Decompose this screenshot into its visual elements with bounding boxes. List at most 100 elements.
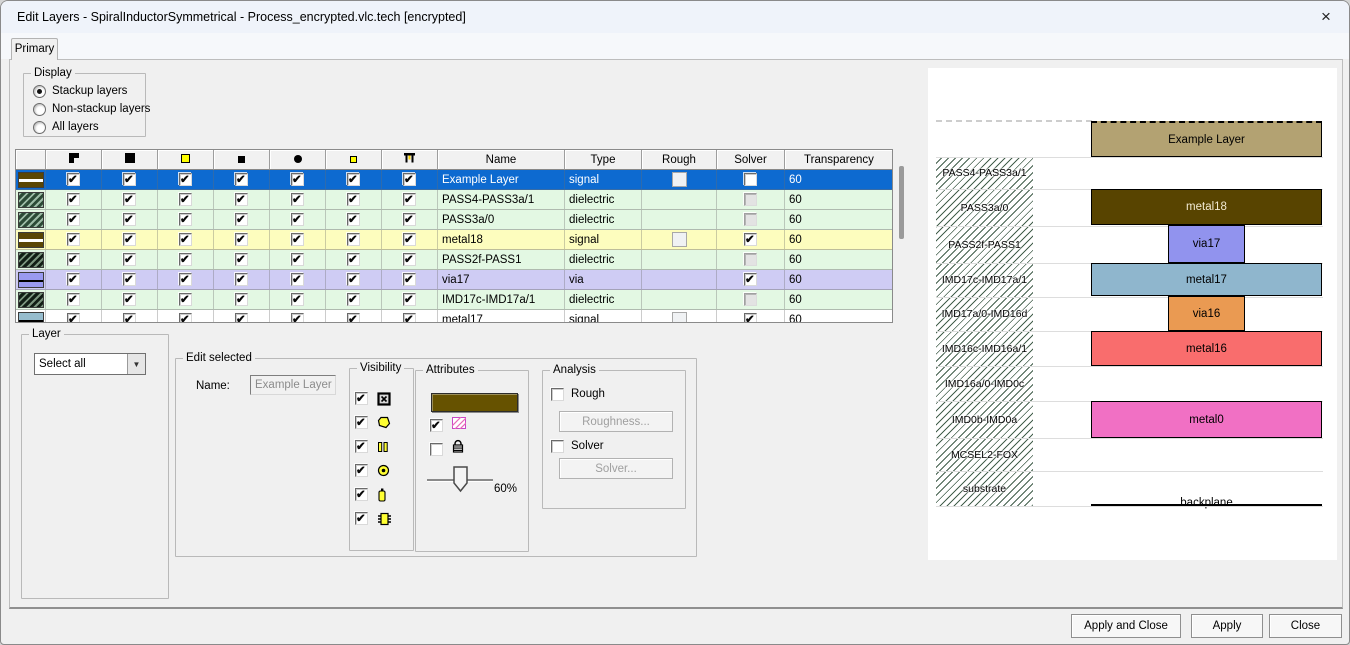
solver-checkbox[interactable] <box>744 233 757 246</box>
visibility-checkbox[interactable] <box>347 293 360 306</box>
stackup-box-metal16[interactable]: metal16 <box>1091 331 1322 366</box>
stackup-box-example-layer[interactable]: Example Layer <box>1091 121 1322 157</box>
visibility-checkbox[interactable] <box>67 273 80 286</box>
close-button[interactable]: Close <box>1269 614 1342 638</box>
visibility-checkbox[interactable] <box>123 233 136 246</box>
column-header-solver[interactable]: Solver <box>717 150 785 170</box>
solver-checkbox[interactable] <box>744 293 757 306</box>
visibility-checkbox[interactable] <box>347 193 360 206</box>
layer-color-swatch-button[interactable] <box>431 393 518 412</box>
visibility-checkbox[interactable] <box>235 273 248 286</box>
name-cell[interactable]: PASS3a/0 <box>438 210 565 229</box>
tab-primary[interactable]: Primary <box>11 38 58 60</box>
visibility-checkbox[interactable] <box>123 193 136 206</box>
visibility-checkbox[interactable] <box>123 273 136 286</box>
visibility-checkbox[interactable] <box>179 253 192 266</box>
rough-checkbox[interactable] <box>551 388 564 401</box>
radio-icon[interactable] <box>33 85 46 98</box>
solver-button[interactable]: Solver... <box>559 458 673 479</box>
visibility-checkbox[interactable] <box>403 213 416 226</box>
titlebar[interactable]: Edit Layers - SpiralInductorSymmetrical … <box>1 1 1349 33</box>
layer-swatch-cell[interactable] <box>16 270 46 289</box>
visibility-checkbox[interactable] <box>235 193 248 206</box>
visibility-checkbox[interactable] <box>403 193 416 206</box>
radio-icon[interactable] <box>33 121 46 134</box>
visibility-checkbox[interactable] <box>123 173 136 186</box>
rough-checkbox[interactable] <box>672 172 687 187</box>
name-cell[interactable]: metal17 <box>438 310 565 323</box>
column-header-shape-notch[interactable] <box>46 150 102 170</box>
visibility-checkbox[interactable] <box>123 253 136 266</box>
solver-checkbox[interactable] <box>744 173 757 186</box>
rough-checkbox[interactable] <box>672 232 687 247</box>
solver-checkbox[interactable] <box>744 213 757 226</box>
visibility-item-checkbox[interactable] <box>355 488 368 501</box>
name-cell[interactable]: PASS4-PASS3a/1 <box>438 190 565 209</box>
visibility-checkbox[interactable] <box>291 233 304 246</box>
visibility-checkbox[interactable] <box>403 233 416 246</box>
visibility-checkbox[interactable] <box>179 213 192 226</box>
visibility-checkbox[interactable] <box>179 313 192 323</box>
stackup-box-metal17[interactable]: metal17 <box>1091 263 1322 296</box>
layer-swatch-cell[interactable] <box>16 210 46 229</box>
visibility-checkbox[interactable] <box>123 293 136 306</box>
stackup-box-metal18[interactable]: metal18 <box>1091 189 1322 225</box>
table-scrollbar[interactable] <box>899 166 904 239</box>
stackup-box-via17[interactable]: via17 <box>1168 225 1245 263</box>
visibility-checkbox[interactable] <box>123 213 136 226</box>
visibility-checkbox[interactable] <box>235 173 248 186</box>
table-row-imd17c-imd17a-1[interactable]: IMD17c-IMD17a/1dielectric60 <box>16 290 892 310</box>
column-header-type[interactable]: Type <box>565 150 642 170</box>
visibility-checkbox[interactable] <box>67 313 80 323</box>
visibility-checkbox[interactable] <box>403 313 416 323</box>
roughness-button[interactable]: Roughness... <box>559 411 673 432</box>
table-row-metal18[interactable]: metal18signal60 <box>16 230 892 250</box>
visibility-item-checkbox[interactable] <box>355 512 368 525</box>
visibility-checkbox[interactable] <box>403 273 416 286</box>
layer-swatch-cell[interactable] <box>16 170 46 189</box>
visibility-checkbox[interactable] <box>67 233 80 246</box>
column-header-transparency[interactable]: Transparency <box>785 150 893 170</box>
layer-swatch-cell[interactable] <box>16 190 46 209</box>
visibility-item-checkbox[interactable] <box>355 416 368 429</box>
solver-checkbox[interactable] <box>744 313 757 323</box>
table-row-pass3a-0[interactable]: PASS3a/0dielectric60 <box>16 210 892 230</box>
visibility-checkbox[interactable] <box>291 253 304 266</box>
layers-table[interactable]: NameTypeRoughSolverTransparencyExample L… <box>15 149 893 323</box>
visibility-checkbox[interactable] <box>347 213 360 226</box>
visibility-checkbox[interactable] <box>347 313 360 323</box>
visibility-item-checkbox[interactable] <box>355 464 368 477</box>
visibility-checkbox[interactable] <box>67 293 80 306</box>
table-row-pass2f-pass1[interactable]: PASS2f-PASS1dielectric60 <box>16 250 892 270</box>
pattern-checkbox[interactable] <box>430 419 443 432</box>
visibility-checkbox[interactable] <box>123 313 136 323</box>
radio-option-all-layers[interactable]: All layers <box>33 119 150 135</box>
visibility-checkbox[interactable] <box>347 233 360 246</box>
name-cell[interactable]: metal18 <box>438 230 565 249</box>
column-header-dot[interactable] <box>270 150 326 170</box>
name-cell[interactable]: Example Layer <box>438 170 565 189</box>
visibility-checkbox[interactable] <box>291 293 304 306</box>
name-cell[interactable]: via17 <box>438 270 565 289</box>
apply-button[interactable]: Apply <box>1191 614 1263 638</box>
column-header-yellow-square[interactable] <box>158 150 214 170</box>
visibility-checkbox[interactable] <box>291 313 304 323</box>
name-cell[interactable]: PASS2f-PASS1 <box>438 250 565 269</box>
dropdown-arrow-icon[interactable]: ▼ <box>127 354 145 374</box>
table-row-example-layer[interactable]: Example Layersignal60 <box>16 170 892 190</box>
layer-swatch-cell[interactable] <box>16 250 46 269</box>
visibility-item-checkbox[interactable] <box>355 440 368 453</box>
visibility-checkbox[interactable] <box>291 173 304 186</box>
visibility-checkbox[interactable] <box>291 213 304 226</box>
visibility-checkbox[interactable] <box>179 173 192 186</box>
visibility-checkbox[interactable] <box>403 253 416 266</box>
radio-option-stackup-layers[interactable]: Stackup layers <box>33 83 150 99</box>
visibility-checkbox[interactable] <box>179 293 192 306</box>
radio-icon[interactable] <box>33 103 46 116</box>
name-cell[interactable]: IMD17c-IMD17a/1 <box>438 290 565 309</box>
table-row-pass4-pass3a-1[interactable]: PASS4-PASS3a/1dielectric60 <box>16 190 892 210</box>
table-row-metal17[interactable]: metal17signal60 <box>16 310 892 323</box>
column-header-small-square[interactable] <box>214 150 270 170</box>
visibility-checkbox[interactable] <box>67 193 80 206</box>
visibility-checkbox[interactable] <box>179 273 192 286</box>
